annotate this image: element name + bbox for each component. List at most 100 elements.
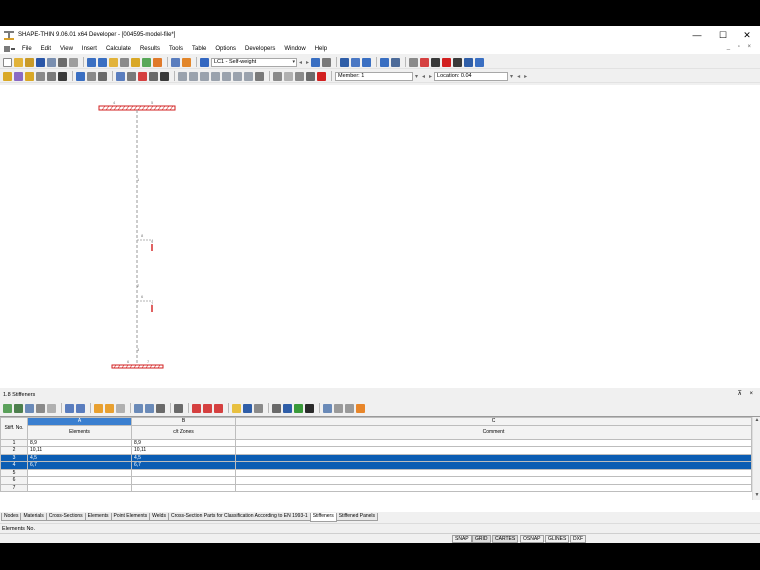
cell-zones[interactable]: 10,11 xyxy=(131,446,236,455)
open-recent-icon[interactable] xyxy=(25,57,34,67)
tab-stiffened-panels[interactable]: Stiffened Panels xyxy=(335,513,379,521)
tab-classification[interactable]: Cross-Section Parts for Classification A… xyxy=(167,513,311,521)
delete-icon[interactable] xyxy=(442,57,452,67)
copy-icon[interactable] xyxy=(149,71,158,81)
view-x-icon[interactable] xyxy=(178,71,187,81)
cell-elements[interactable]: 4,5 xyxy=(27,453,132,462)
table-row[interactable]: 2 10,11 10,11 xyxy=(0,446,752,455)
menu-tools[interactable]: Tools xyxy=(169,46,183,52)
model-icon[interactable] xyxy=(153,57,162,67)
cell-comment[interactable] xyxy=(235,468,752,477)
print-preview-icon[interactable] xyxy=(69,57,78,67)
table-row[interactable]: 6 xyxy=(0,476,752,485)
mdi-window-controls[interactable]: _ ▫ × xyxy=(727,44,754,54)
snap-toggle[interactable]: SNAP xyxy=(452,535,472,543)
menu-help[interactable]: Help xyxy=(315,46,327,52)
add-icon[interactable] xyxy=(142,57,151,67)
export-icon[interactable] xyxy=(464,57,474,67)
table-delete-icon[interactable] xyxy=(14,403,23,413)
menu-calculate[interactable]: Calculate xyxy=(106,46,131,52)
row-number[interactable]: 7 xyxy=(0,483,28,492)
undo-icon[interactable] xyxy=(87,57,96,67)
next-arrow-icon[interactable]: ▸ xyxy=(429,73,432,80)
load-case-combo[interactable]: LC1 - Self-weight ▾ xyxy=(211,57,297,67)
print-icon[interactable] xyxy=(58,57,67,67)
cell-zones[interactable] xyxy=(131,476,236,485)
bracket-icon[interactable] xyxy=(306,71,315,81)
member-combo[interactable]: Member: 1 xyxy=(335,71,413,81)
view-options-icon[interactable] xyxy=(255,71,264,81)
cell-comment[interactable] xyxy=(235,461,752,470)
text-icon[interactable] xyxy=(58,71,67,81)
glines-toggle[interactable]: GLINES xyxy=(545,535,570,543)
mirror-icon[interactable] xyxy=(138,71,147,81)
weld-icon[interactable] xyxy=(87,71,96,81)
column-header-stiff-no[interactable]: Stiff. No. xyxy=(0,417,28,440)
zoom-icon[interactable] xyxy=(273,71,282,81)
table-row[interactable]: 7 xyxy=(0,483,752,492)
results-icon[interactable] xyxy=(311,57,321,67)
cell-comment[interactable] xyxy=(235,438,752,447)
menu-options[interactable]: Options xyxy=(215,46,236,52)
tab-materials[interactable]: Materials xyxy=(20,513,47,521)
node-icon[interactable] xyxy=(25,71,34,81)
table-tree-icon[interactable] xyxy=(323,403,332,413)
tab-point-elements[interactable]: Point Elements xyxy=(110,513,151,521)
cell-elements[interactable] xyxy=(27,483,132,492)
menu-developers[interactable]: Developers xyxy=(245,46,275,52)
view-front-icon[interactable] xyxy=(351,57,361,67)
next-arrow-icon[interactable]: ▸ xyxy=(524,73,527,80)
table-cut-icon[interactable] xyxy=(192,403,201,413)
view-xy-icon[interactable] xyxy=(222,71,231,81)
menu-results[interactable]: Results xyxy=(140,46,160,52)
table-copy-icon[interactable] xyxy=(25,403,34,413)
scroll-down-icon[interactable]: ▼ xyxy=(753,492,760,500)
grid-icon[interactable] xyxy=(391,57,401,67)
dimension-line-icon[interactable] xyxy=(160,71,169,81)
section-icon[interactable] xyxy=(76,71,85,81)
save-all-icon[interactable] xyxy=(47,57,56,67)
menu-window[interactable]: Window xyxy=(284,46,305,52)
table-view-icon[interactable] xyxy=(272,403,281,413)
scroll-up-icon[interactable]: ▲ xyxy=(753,417,760,425)
row-number[interactable]: 1 xyxy=(0,438,28,447)
table-filter-icon[interactable] xyxy=(134,403,143,413)
osnap-toggle[interactable]: OSNAP xyxy=(520,535,544,543)
view-icon[interactable] xyxy=(340,57,350,67)
menu-insert[interactable]: Insert xyxy=(82,46,97,52)
table-select-icon[interactable] xyxy=(94,403,103,413)
data-grid[interactable]: Stiff. No. A B C Elements c/t Zones Comm… xyxy=(0,417,752,492)
document-icon[interactable] xyxy=(4,45,16,53)
row-number[interactable]: 6 xyxy=(0,476,28,485)
table-insert-icon[interactable] xyxy=(3,403,12,413)
tab-cross-sections[interactable]: Cross-Sections xyxy=(45,513,86,521)
column-header-comment[interactable]: Comment xyxy=(235,424,752,440)
table-chart-icon[interactable] xyxy=(254,403,263,413)
drawing-canvas[interactable]: 4 5 1 8 9 2 6 7 3 6 7 xyxy=(0,85,760,388)
stiffeners-table[interactable]: Stiff. No. A B C Elements c/t Zones Comm… xyxy=(0,416,760,512)
column-header-ct-zones[interactable]: c/t Zones xyxy=(131,424,236,440)
table-icon[interactable] xyxy=(171,57,180,67)
table-sort-icon[interactable] xyxy=(145,403,154,413)
tab-stiffeners[interactable]: Stiffeners xyxy=(309,513,337,522)
vertical-scrollbar[interactable]: ▲ ▼ xyxy=(752,417,760,500)
filter-icon[interactable] xyxy=(475,57,485,67)
polyline-icon[interactable] xyxy=(47,71,56,81)
table-param-icon[interactable] xyxy=(345,403,354,413)
grid-toggle[interactable]: GRID xyxy=(472,535,491,543)
table-row[interactable]: 1 8,9 8,9 xyxy=(0,438,752,447)
row-number[interactable]: 5 xyxy=(0,468,28,477)
cell-elements[interactable]: 10,11 xyxy=(27,446,132,455)
table-highlight-icon[interactable] xyxy=(232,403,241,413)
menu-table[interactable]: Table xyxy=(192,46,206,52)
table-row-selected[interactable]: 4 6,7 6,7 xyxy=(0,461,752,470)
column-letter-a[interactable]: A xyxy=(27,417,132,426)
load-case-icon[interactable] xyxy=(200,57,209,67)
chevron-down-icon[interactable]: ▾ xyxy=(510,73,513,80)
function-icon[interactable] xyxy=(334,403,343,413)
table-section-icon[interactable] xyxy=(356,403,365,413)
window-icon[interactable] xyxy=(182,57,191,67)
table-refresh-icon[interactable] xyxy=(116,403,125,413)
close-button[interactable]: ✕ xyxy=(734,26,760,44)
panel-controls[interactable]: ⊼ × xyxy=(737,390,756,397)
